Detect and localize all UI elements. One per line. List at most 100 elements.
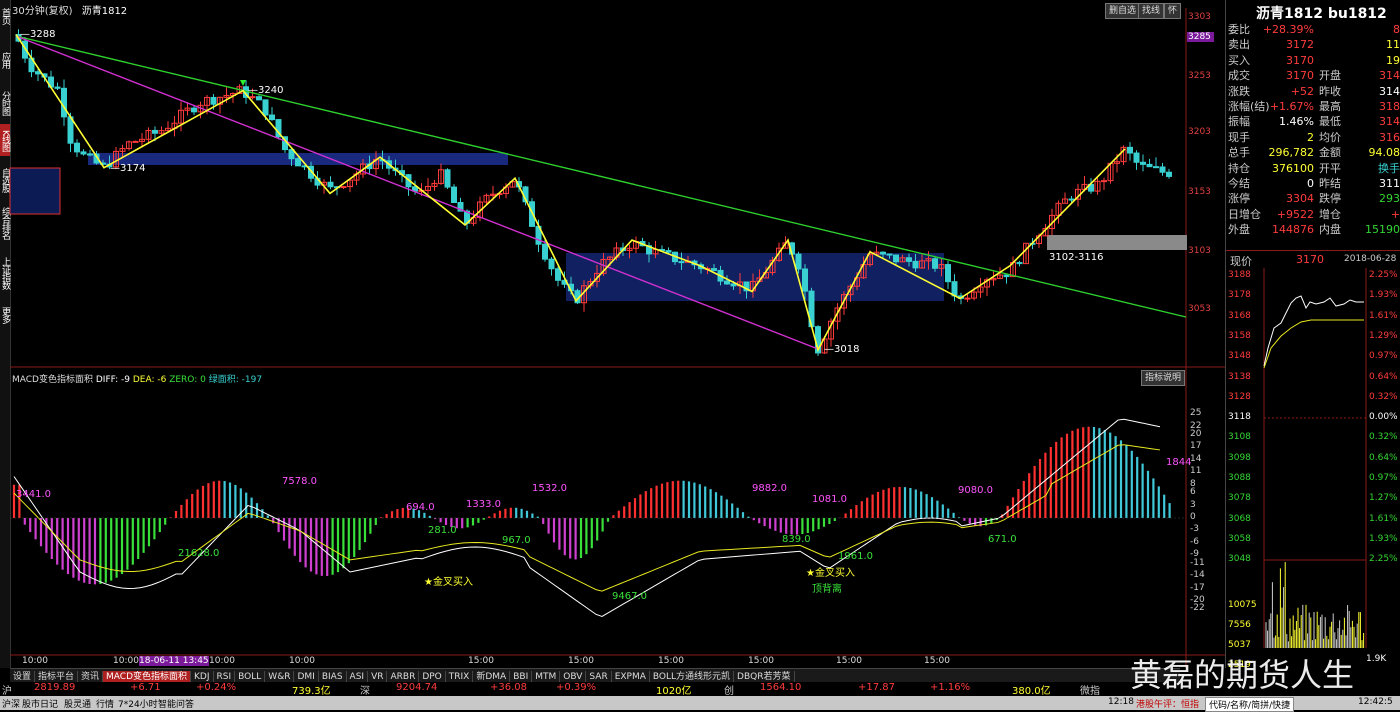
quote-value-2: 311 xyxy=(1379,176,1400,191)
indicator-tab[interactable]: MTM xyxy=(532,671,560,682)
candle-body xyxy=(62,88,67,117)
candle-body xyxy=(153,130,158,133)
quote-panel: 沥青1812 bu1812 委比+28.39%8卖出317211买入317019… xyxy=(1225,0,1400,668)
candle-body xyxy=(1167,172,1172,176)
indicator-tab[interactable]: ARBR xyxy=(387,671,419,682)
label-high-3288: —3288 xyxy=(20,29,55,40)
quote-label-2: 均价 xyxy=(1319,130,1341,145)
candle-body xyxy=(731,284,736,286)
indicator-tab[interactable]: BOLL方通线形元凯 xyxy=(650,671,734,682)
indicator-tab[interactable]: 资讯 xyxy=(78,671,103,682)
quote-label-2: 最低 xyxy=(1319,114,1341,129)
mini-pct-tick: 0.97% xyxy=(1369,351,1398,361)
quote-value-2: 318 xyxy=(1379,99,1400,114)
kline-chart[interactable] xyxy=(0,0,1225,668)
indicator-help-button[interactable]: 指标说明 xyxy=(1141,370,1185,386)
indicator-tab[interactable]: BBI xyxy=(510,671,532,682)
indicator-tab[interactable]: RSI xyxy=(214,671,236,682)
index-value: +17.87 xyxy=(858,682,895,693)
status-gulingtong[interactable]: 股灵通 xyxy=(64,697,91,710)
index-value: +36.08 xyxy=(490,682,527,693)
macd-axis-tick: 3 xyxy=(1190,500,1196,510)
macd-area-label: 1961.0 xyxy=(838,551,873,562)
candle-body xyxy=(1069,199,1074,200)
quote-label-2: 开平 xyxy=(1319,161,1341,176)
indicator-tab[interactable]: DPO xyxy=(419,671,445,682)
mini-price-tick: 3098 xyxy=(1228,453,1251,463)
candle-body xyxy=(1160,167,1165,172)
time-tick: 10:00 xyxy=(22,656,48,666)
indicator-tab[interactable]: EXPMA xyxy=(612,671,650,682)
quote-value-2: 314 xyxy=(1379,114,1400,129)
quote-value: 3170 xyxy=(1286,53,1314,68)
quote-label-2: 金额 xyxy=(1319,145,1341,160)
indicator-tab[interactable]: KDJ xyxy=(191,671,214,682)
mini-pct-tick: 2.25% xyxy=(1369,270,1398,280)
quote-value: 144876 xyxy=(1272,222,1314,237)
quote-value: +1.67% xyxy=(1270,99,1314,114)
indicator-tab[interactable]: 设置 xyxy=(10,671,35,682)
status-ai-qa[interactable]: 智能问答 xyxy=(158,697,194,710)
indicator-tab[interactable]: 指标平台 xyxy=(35,671,78,682)
macd-area-label: 1844 xyxy=(1166,457,1191,468)
candle-body xyxy=(946,265,951,282)
mini-volume-tag: 1.9K xyxy=(1366,654,1386,664)
mini-price-tick: 3108 xyxy=(1228,432,1251,442)
candle-body xyxy=(1128,147,1133,153)
macd-header: MACD变色指标面积 DIFF: -9 DEA: -6 ZERO: 0 绿面积:… xyxy=(12,372,262,385)
status-724[interactable]: 7*24小时 xyxy=(118,697,158,710)
index-value: 微指 xyxy=(1080,682,1100,697)
time-tick: 15:00 xyxy=(568,656,594,666)
quote-value-2: 314 xyxy=(1379,84,1400,99)
quote-label-2: 增仓 xyxy=(1319,207,1341,222)
time-tick: 15:00 xyxy=(748,656,774,666)
quote-row: 涨幅(结)+1.67%最高318 xyxy=(1228,99,1400,114)
quote-row: 总手296,782金额94.08 xyxy=(1228,145,1400,160)
indicator-tab[interactable]: BIAS xyxy=(319,671,347,682)
mini-price-tick: 3138 xyxy=(1228,372,1251,382)
index-value: 380.0亿 xyxy=(1012,682,1051,697)
macd-axis-tick: 0 xyxy=(1190,512,1196,522)
candle-body xyxy=(1102,181,1107,182)
candle-body xyxy=(445,170,450,187)
price-tick-3103: 3103 xyxy=(1188,246,1211,256)
index-value: 9204.74 xyxy=(396,682,437,693)
mini-price-tick: 3068 xyxy=(1228,514,1251,524)
indicator-tab[interactable]: DMI xyxy=(294,671,318,682)
indicator-tab[interactable]: SAR xyxy=(586,671,611,682)
quote-value-2: 19 xyxy=(1386,53,1400,68)
mini-price-tick: 3188 xyxy=(1228,270,1251,280)
golden-cross-1: ★金叉买入 xyxy=(424,573,473,588)
indicator-tab[interactable]: MACD变色指标面积 xyxy=(103,671,191,682)
mini-pct-tick: 0.00% xyxy=(1369,412,1398,422)
status-sh[interactable]: 沪深 xyxy=(2,697,20,710)
macd-axis-tick: 6 xyxy=(1190,487,1196,497)
indicator-tab[interactable]: 新DMA xyxy=(473,671,510,682)
index-value: 创 xyxy=(724,682,734,697)
indicator-tab[interactable]: W&R xyxy=(265,671,294,682)
status-quote[interactable]: 行情 xyxy=(96,697,114,710)
indicator-tab[interactable]: BOLL xyxy=(235,671,265,682)
quote-row: 委比+28.39%8 xyxy=(1228,22,1400,37)
indicator-tab[interactable]: ASI xyxy=(347,671,369,682)
quote-label-2: 开盘 xyxy=(1319,68,1341,83)
mini-volume-tick: 5037 xyxy=(1228,640,1251,650)
quote-label: 外盘 xyxy=(1228,222,1250,237)
quote-label: 委比 xyxy=(1228,22,1250,37)
mini-pct-tick: 1.29% xyxy=(1369,331,1398,341)
now-price: 3170 xyxy=(1296,253,1324,266)
indicator-tab[interactable]: OBV xyxy=(560,671,586,682)
macd-area-label: 1333.0 xyxy=(466,499,501,510)
macd-area-label: 3441.0 xyxy=(16,489,51,500)
indicator-tab[interactable]: DBQR若芳菜 xyxy=(734,671,794,682)
status-news[interactable]: 港股午评：恒指 xyxy=(1136,697,1199,710)
indicator-tabs: 设置指标平台资讯MACD变色指标面积KDJRSIBOLLW&RDMIBIASAS… xyxy=(10,668,1180,682)
macd-area-label: 9882.0 xyxy=(752,483,787,494)
candle-body xyxy=(549,259,554,269)
indicator-tab[interactable]: TRIX xyxy=(446,671,474,682)
status-time: 12:18 xyxy=(1108,697,1134,707)
indicator-tab[interactable]: VR xyxy=(368,671,387,682)
mini-pct-tick: 1.61% xyxy=(1369,311,1398,321)
macd-axis-tick: 14 xyxy=(1190,454,1201,464)
status-diary[interactable]: 股市日记 xyxy=(22,697,58,710)
